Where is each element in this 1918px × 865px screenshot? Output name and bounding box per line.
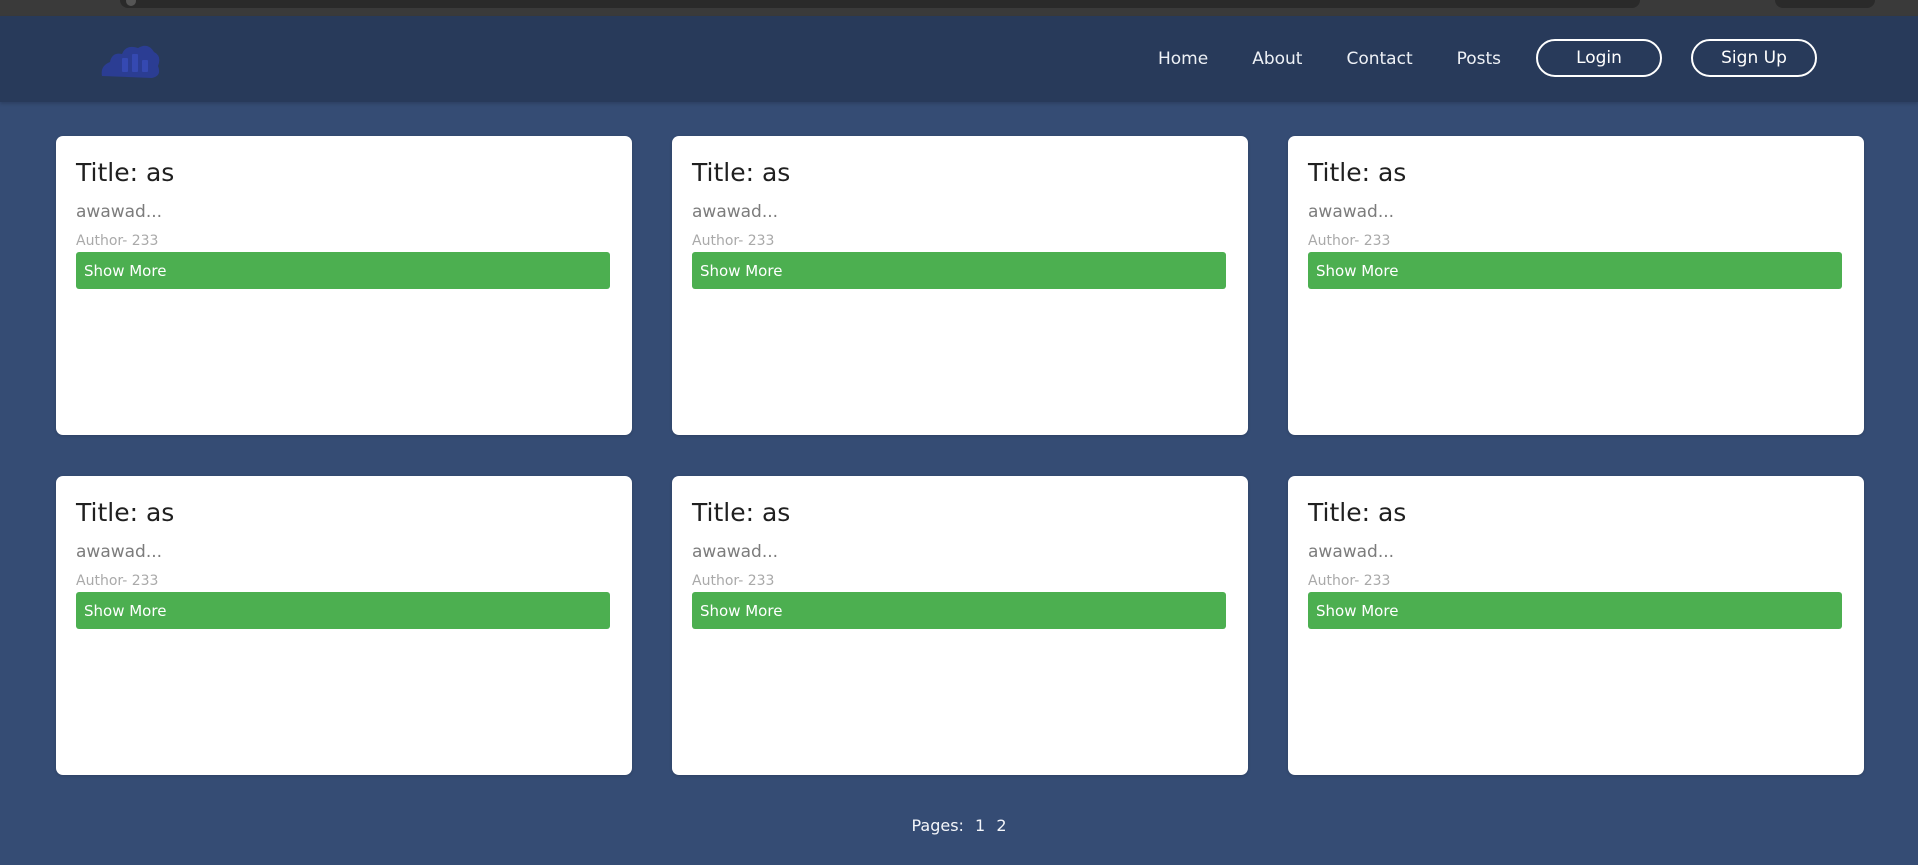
post-excerpt: awawad... xyxy=(692,542,779,562)
post-excerpt: awawad... xyxy=(692,202,779,222)
nav-contact-link[interactable]: Contact xyxy=(1346,49,1412,69)
post-title: Title: as xyxy=(1308,158,1407,187)
show-more-button[interactable]: Show More xyxy=(1308,592,1842,629)
browser-top-strip xyxy=(0,0,1918,16)
page-link-2[interactable]: 2 xyxy=(996,816,1006,835)
post-title: Title: as xyxy=(76,498,175,527)
pagination: Pages: 1 2 xyxy=(0,816,1918,835)
show-more-button[interactable]: Show More xyxy=(692,252,1226,289)
post-card: Title: as awawad... Author- 233 Show Mor… xyxy=(1288,136,1864,435)
post-title: Title: as xyxy=(1308,498,1407,527)
nav-posts-link[interactable]: Posts xyxy=(1457,49,1501,69)
post-card: Title: as awawad... Author- 233 Show Mor… xyxy=(56,476,632,775)
post-excerpt: awawad... xyxy=(76,202,163,222)
post-title: Title: as xyxy=(692,158,791,187)
signup-button[interactable]: Sign Up xyxy=(1691,39,1817,77)
nav-about-link[interactable]: About xyxy=(1252,49,1302,69)
post-card: Title: as awawad... Author- 233 Show Mor… xyxy=(672,476,1248,775)
pagination-label: Pages: xyxy=(911,816,964,835)
post-card: Title: as awawad... Author- 233 Show Mor… xyxy=(1288,476,1864,775)
post-author: Author- 233 xyxy=(1308,573,1391,589)
page-link-1[interactable]: 1 xyxy=(975,816,985,835)
show-more-button[interactable]: Show More xyxy=(76,252,610,289)
post-author: Author- 233 xyxy=(692,573,775,589)
post-card: Title: as awawad... Author- 233 Show Mor… xyxy=(672,136,1248,435)
post-excerpt: awawad... xyxy=(76,542,163,562)
login-button[interactable]: Login xyxy=(1536,39,1662,77)
show-more-button[interactable]: Show More xyxy=(76,592,610,629)
brand-logo-icon[interactable] xyxy=(96,36,166,82)
post-author: Author- 233 xyxy=(692,233,775,249)
nav-home-link[interactable]: Home xyxy=(1158,49,1208,69)
address-bar[interactable] xyxy=(120,0,1640,8)
post-excerpt: awawad... xyxy=(1308,202,1395,222)
nav-links: Home About Contact Posts xyxy=(1158,16,1501,102)
post-author: Author- 233 xyxy=(1308,233,1391,249)
post-author: Author- 233 xyxy=(76,573,159,589)
post-excerpt: awawad... xyxy=(1308,542,1395,562)
post-title: Title: as xyxy=(692,498,791,527)
post-author: Author- 233 xyxy=(76,233,159,249)
post-title: Title: as xyxy=(76,158,175,187)
show-more-button[interactable]: Show More xyxy=(692,592,1226,629)
address-bar-icon xyxy=(126,0,136,6)
post-card: Title: as awawad... Author- 233 Show Mor… xyxy=(56,136,632,435)
navbar: Home About Contact Posts Login Sign Up xyxy=(0,16,1918,102)
browser-profile-pill[interactable] xyxy=(1775,0,1875,8)
show-more-button[interactable]: Show More xyxy=(1308,252,1842,289)
